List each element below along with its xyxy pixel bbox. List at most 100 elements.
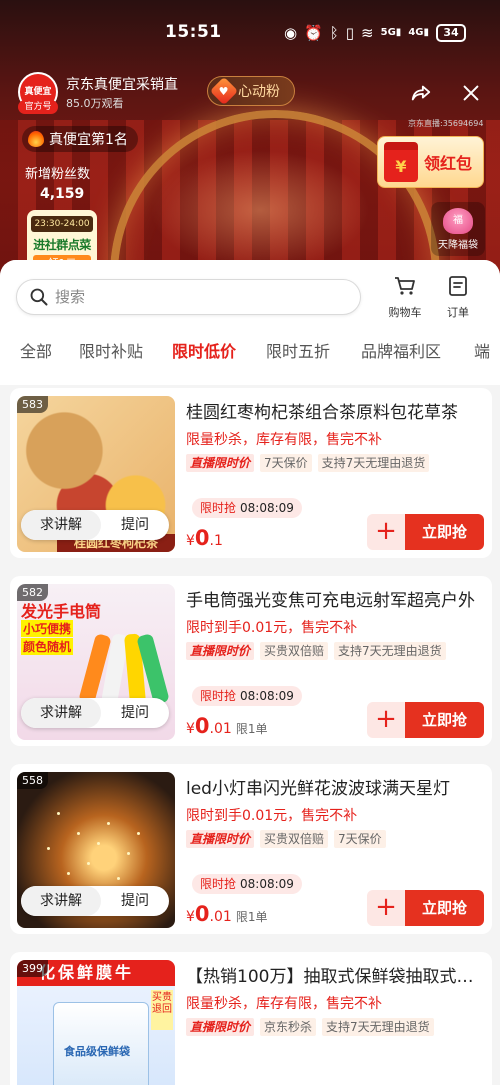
product-title[interactable]: 【热销100万】抽取式保鲜袋抽取式食品	[186, 962, 484, 987]
ask-question-button[interactable]: 提问	[101, 886, 169, 916]
add-to-cart-button[interactable]: +	[367, 890, 405, 926]
promo-title: 进社群点菜	[33, 238, 91, 252]
buy-now-button[interactable]: 立即抢	[405, 890, 484, 926]
request-explain-button[interactable]: 求讲解	[21, 698, 101, 728]
tab-more[interactable]: 端	[474, 338, 490, 362]
product-thumbnail[interactable]: 发光手电筒 小巧便携 颜色随机 582 求讲解 提问	[17, 584, 175, 740]
product-card[interactable]: 桂圆红枣枸杞茶 583 求讲解 提问 桂圆红枣枸杞茶组合茶原料包花草茶 限量秒杀…	[10, 388, 492, 558]
product-title[interactable]: 桂圆红枣枸杞茶组合茶原料包花草茶	[186, 398, 484, 423]
thumbnail-actions: 求讲解 提问	[21, 886, 169, 916]
tag: 7天保价	[334, 830, 386, 848]
add-to-cart-button[interactable]: +	[367, 514, 405, 550]
search-input[interactable]	[55, 288, 335, 306]
ask-question-button[interactable]: 提问	[101, 510, 169, 540]
official-tag: 官方号	[18, 100, 58, 114]
product-tags: 直播限时价 买贵双倍赔 支持7天无理由退货	[186, 642, 446, 660]
product-tags: 直播限时价 7天保价 支持7天无理由退货	[186, 454, 430, 472]
status-icons: ◉ ⏰ ᛒ ▯ ≋ 5G▮ 4G▮ 34	[284, 24, 466, 42]
product-card[interactable]: 558 求讲解 提问 led小灯串闪光鲜花波波球满天星灯 限时到手0.01元，售…	[10, 764, 492, 934]
share-icon[interactable]	[410, 82, 432, 104]
ask-question-button[interactable]: 提问	[101, 698, 169, 728]
product-image: 化保鲜膜牛 食品级保鲜袋 买贵退回	[17, 960, 175, 1085]
status-time: 15:51	[165, 22, 222, 42]
tag: 买贵双倍赔	[260, 642, 329, 660]
flash-sale-countdown: 限时抢 08:08:09	[192, 874, 302, 894]
flash-label: 限时抢	[200, 501, 237, 515]
flash-label: 限时抢	[200, 689, 237, 703]
close-icon[interactable]	[460, 82, 482, 104]
order-button[interactable]: 订单	[436, 274, 480, 320]
product-price: ¥0.01 限1单	[186, 714, 268, 738]
fire-icon	[28, 131, 44, 147]
product-subtitle: 限时到手0.01元，售完不补	[186, 620, 358, 636]
product-rank: 558	[17, 772, 48, 789]
status-bar: 15:51 ◉ ⏰ ᛒ ▯ ≋ 5G▮ 4G▮ 34	[0, 18, 500, 50]
lucky-bag-label: 天降福袋	[438, 240, 478, 251]
order-icon	[449, 276, 467, 296]
product-price: ¥0.1	[186, 526, 223, 550]
product-panel: 购物车 订单 全部 限时补贴 限时低价 限时五折 品牌福利区 端 桂圆红枣枸杞茶…	[0, 260, 500, 1085]
rank-badge[interactable]: 真便宜第1名	[22, 126, 138, 152]
panel-header: 购物车 订单 全部 限时补贴 限时低价 限时五折 品牌福利区 端	[0, 260, 500, 385]
tag-live-price: 直播限时价	[186, 1018, 255, 1036]
product-thumbnail[interactable]: 桂圆红枣枸杞茶 583 求讲解 提问	[17, 396, 175, 552]
host-name: 京东真便宜采销直	[66, 77, 178, 93]
tab-time-subsidy[interactable]: 限时补贴	[79, 338, 143, 362]
bluetooth-icon: ᛒ	[329, 24, 339, 42]
category-tabs: 全部 限时补贴 限时低价 限时五折 品牌福利区 端	[0, 338, 500, 368]
tab-all[interactable]: 全部	[20, 338, 52, 362]
tag: 京东秒杀	[260, 1018, 317, 1036]
buy-now-button[interactable]: 立即抢	[405, 702, 484, 738]
heart-icon: ♥	[209, 76, 239, 106]
thumbnail-actions: 求讲解 提问	[21, 698, 169, 728]
eye-icon: ◉	[283, 24, 298, 42]
red-packet-button[interactable]: ¥ 领红包	[377, 136, 484, 188]
tag: 支持7天无理由退货	[317, 454, 430, 472]
tag: 支持7天无理由退货	[322, 1018, 434, 1036]
flash-sale-countdown: 限时抢 08:08:09	[192, 498, 302, 518]
product-tags: 直播限时价 买贵双倍赔 7天保价	[186, 830, 386, 848]
thumbnail-caption: 颜色随机	[21, 638, 74, 655]
product-title[interactable]: led小灯串闪光鲜花波波球满天星灯	[186, 774, 484, 799]
product-title[interactable]: 手电筒强光变焦可充电远射军超亮户外	[186, 586, 484, 611]
request-explain-button[interactable]: 求讲解	[21, 510, 101, 540]
tab-brand-welfare[interactable]: 品牌福利区	[361, 338, 441, 362]
flash-sale-countdown: 限时抢 08:08:09	[192, 686, 302, 706]
view-count: 85.0万观看	[66, 97, 124, 110]
product-card[interactable]: 发光手电筒 小巧便携 颜色随机 582 求讲解 提问 手电筒强光变焦可充电远射军…	[10, 576, 492, 746]
product-subtitle: 限量秒杀，库存有限，售完不补	[186, 996, 382, 1012]
search-icon	[30, 288, 48, 306]
lucky-bag-icon: 福	[443, 208, 473, 234]
product-rank: 583	[17, 396, 48, 413]
tag-live-price: 直播限时价	[186, 642, 255, 660]
follow-button[interactable]: ♥ 心动粉	[207, 76, 295, 106]
request-explain-button[interactable]: 求讲解	[21, 886, 101, 916]
signal-5g-icon: 5G▮	[380, 27, 402, 38]
product-subtitle: 限时到手0.01元，售完不补	[186, 808, 358, 824]
product-thumbnail[interactable]: 558 求讲解 提问	[17, 772, 175, 928]
host-info[interactable]: 真便宜 官方号 京东真便宜采销直 85.0万观看	[18, 70, 198, 114]
tab-half-price[interactable]: 限时五折	[266, 338, 330, 362]
lucky-bag-button[interactable]: 福 天降福袋	[431, 202, 485, 256]
vibrate-icon: ▯	[345, 24, 355, 42]
product-decor: 食品级保鲜袋	[53, 1002, 149, 1085]
tag-live-price: 直播限时价	[186, 454, 255, 472]
product-card[interactable]: 化保鲜膜牛 食品级保鲜袋 买贵退回 399 【热销100万】抽取式保鲜袋抽取式食…	[10, 952, 492, 1085]
add-to-cart-button[interactable]: +	[367, 702, 405, 738]
product-thumbnail[interactable]: 化保鲜膜牛 食品级保鲜袋 买贵退回 399	[17, 960, 175, 1085]
thumbnail-caption: 买贵退回	[151, 990, 173, 1030]
tab-time-low-price[interactable]: 限时低价	[172, 338, 236, 362]
tag: 买贵双倍赔	[260, 830, 329, 848]
tag: 7天保价	[260, 454, 312, 472]
fans-label: 新增粉丝数	[25, 167, 91, 182]
product-price: ¥0.01 限1单	[186, 902, 268, 926]
red-packet-label: 领红包	[424, 154, 473, 173]
search-box[interactable]	[16, 279, 361, 315]
buy-now-button[interactable]: 立即抢	[405, 514, 484, 550]
purchase-limit: 限1单	[235, 722, 268, 736]
product-tags: 直播限时价 京东秒杀 支持7天无理由退货	[186, 1018, 434, 1036]
order-label: 订单	[447, 306, 469, 319]
thumbnail-actions: 求讲解 提问	[21, 510, 169, 540]
cart-button[interactable]: 购物车	[383, 274, 427, 320]
promo-time: 23:30-24:00	[31, 216, 93, 232]
